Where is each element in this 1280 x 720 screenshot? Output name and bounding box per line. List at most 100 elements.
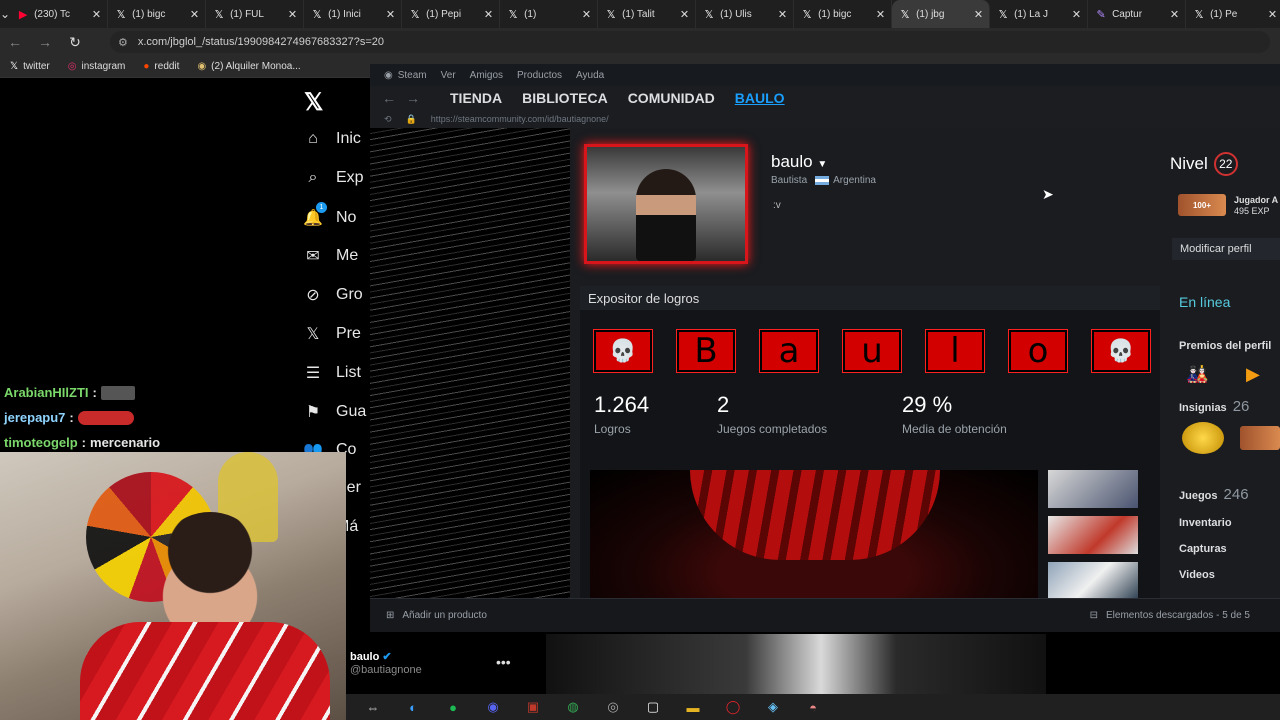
x-nav-item[interactable]: 𝕏 Pre	[302, 324, 361, 344]
close-icon[interactable]: ✕	[778, 8, 787, 21]
steam-url-text: https://steamcommunity.com/id/bautiagnon…	[430, 114, 609, 124]
add-product-button[interactable]: Añadir un producto	[402, 610, 487, 621]
taskbar-app-icon[interactable]: ◍	[564, 698, 582, 716]
taskbar-app-icon[interactable]: ▣	[524, 698, 542, 716]
taskbar-app-icon[interactable]: ◓	[804, 698, 822, 716]
steam-menu-item[interactable]: Amigos	[470, 70, 503, 81]
browser-tab[interactable]: 𝕏 (1) Inici ✕	[304, 0, 403, 28]
letter-achievement-icon[interactable]: a	[759, 329, 819, 373]
taskbar-app-icon[interactable]: ◎	[604, 698, 622, 716]
games-link[interactable]: Juegos 246	[1179, 486, 1249, 503]
browser-tab[interactable]: 𝕏 (1) Ulis ✕	[696, 0, 795, 28]
tweet-author[interactable]: baulo ✔	[350, 650, 392, 663]
artwork-thumb-3[interactable]	[1048, 562, 1138, 600]
chat-username[interactable]: ArabianHIlZTI	[4, 385, 89, 400]
browser-tab[interactable]: 𝕏 (1) bigc ✕	[794, 0, 893, 28]
steam-menu-item[interactable]: Ver	[441, 70, 456, 81]
x-nav-item[interactable]: ⌕ Exp	[302, 169, 364, 187]
close-icon[interactable]: ✕	[680, 8, 689, 21]
browser-tab[interactable]: 𝕏 (1) Pepi ✕	[402, 0, 501, 28]
x-logo-icon[interactable]: 𝕏	[304, 88, 323, 117]
taskbar-app-icon[interactable]: ◉	[484, 698, 502, 716]
steam-nav-item[interactable]: COMUNIDAD	[628, 90, 715, 106]
browser-tab[interactable]: 𝕏 (1) FUL ✕	[206, 0, 305, 28]
tweet-preview: baulo ✔ @bautiagnone •••	[346, 634, 1046, 694]
artwork-thumb-2[interactable]	[1048, 516, 1138, 554]
tab-search-button[interactable]: ⌄	[0, 0, 10, 28]
close-icon[interactable]: ✕	[386, 8, 395, 21]
x-nav-item[interactable]: ✉ Me	[302, 246, 358, 266]
bookmark-item[interactable]: ◉ (2) Alquiler Monoa...	[197, 61, 300, 72]
close-icon[interactable]: ✕	[1170, 8, 1179, 21]
skull-achievement-icon[interactable]: 💀	[593, 329, 653, 373]
artwork-thumb-1[interactable]	[1048, 470, 1138, 508]
close-icon[interactable]: ✕	[1072, 8, 1081, 21]
chat-username[interactable]: jerepapu7	[4, 410, 65, 425]
url-field[interactable]: ⚙ x.com/jbglol_/status/19909842749676833…	[110, 31, 1270, 53]
profile-name-dropdown[interactable]: baulo ▼	[771, 152, 827, 172]
steam-nav-item[interactable]: BAULO	[735, 90, 785, 106]
steam-menu-item[interactable]: Ayuda	[576, 70, 604, 81]
close-icon[interactable]: ✕	[484, 8, 493, 21]
videos-link[interactable]: Videos	[1179, 569, 1215, 581]
close-icon[interactable]: ✕	[1268, 8, 1277, 21]
steam-menu-item[interactable]: ◉ Steam	[384, 70, 427, 81]
steam-menu-item[interactable]: Productos	[517, 70, 562, 81]
edit-profile-button[interactable]: Modificar perfil	[1172, 238, 1280, 260]
downloads-status[interactable]: ⊟ Elementos descargados - 5 de 5	[1090, 610, 1250, 621]
artwork-showcase[interactable]	[590, 470, 1038, 598]
profile-awards-label[interactable]: Premios del perfil	[1179, 340, 1271, 352]
browser-tab[interactable]: 𝕏 (1) La J ✕	[990, 0, 1089, 28]
badges-link[interactable]: Insignias 26	[1179, 398, 1249, 415]
skull-achievement-icon[interactable]: 💀	[1091, 329, 1151, 373]
profile-avatar[interactable]	[584, 144, 748, 264]
reload-icon[interactable]: ↻	[60, 34, 90, 51]
browser-tab[interactable]: ✎ Captur ✕	[1088, 0, 1187, 28]
x-nav-item[interactable]: 🔔 1 No	[302, 201, 356, 228]
taskbar-app-icon[interactable]: ▢	[644, 698, 662, 716]
x-nav-item[interactable]: ⌂ Inic	[302, 130, 361, 148]
letter-achievement-icon[interactable]: u	[842, 329, 902, 373]
close-icon[interactable]: ✕	[92, 8, 101, 21]
close-icon[interactable]: ✕	[582, 8, 591, 21]
taskbar-app-icon[interactable]: ◈	[764, 698, 782, 716]
tweet-video[interactable]	[546, 634, 1046, 694]
taskbar-app-icon[interactable]: ◯	[724, 698, 742, 716]
bookmark-item[interactable]: ◎ instagram	[68, 61, 126, 72]
x-nav-item[interactable]: ⊘ Gro	[302, 285, 362, 305]
browser-tab[interactable]: 𝕏 (1) bigc ✕	[108, 0, 207, 28]
letter-achievement-icon[interactable]: B	[676, 329, 736, 373]
steam-refresh-icon[interactable]: ⟲	[384, 114, 392, 125]
steam-nav-item[interactable]: TIENDA	[450, 90, 502, 106]
taskbar-app-icon[interactable]: ◐	[404, 698, 422, 716]
bookmark-item[interactable]: ● reddit	[143, 61, 179, 72]
taskbar-app-icon[interactable]: ▬	[684, 698, 702, 716]
browser-tab[interactable]: 𝕏 (1) Talit ✕	[598, 0, 697, 28]
taskbar-app-icon[interactable]: ●	[444, 698, 462, 716]
close-icon[interactable]: ✕	[288, 8, 297, 21]
inventory-link[interactable]: Inventario	[1179, 517, 1232, 529]
site-info-icon[interactable]: ⚙	[118, 36, 128, 49]
back-icon[interactable]: ←	[0, 34, 30, 50]
taskbar-app-icon[interactable]: ⇔	[364, 698, 382, 716]
screenshots-link[interactable]: Capturas	[1179, 543, 1227, 555]
letter-achievement-icon[interactable]: o	[1008, 329, 1068, 373]
tab-title: (1) FUL	[230, 8, 264, 20]
close-icon[interactable]: ✕	[190, 8, 199, 21]
steam-back-forward-icon[interactable]: ←→	[382, 90, 430, 106]
featured-badge[interactable]: 100+ Jugador A 495 EXP	[1178, 194, 1278, 216]
browser-tab[interactable]: 𝕏 (1) jbg ✕	[892, 0, 991, 28]
x-nav-item[interactable]: ☰ List	[302, 363, 361, 383]
more-options-icon[interactable]: •••	[496, 654, 511, 670]
close-icon[interactable]: ✕	[876, 8, 885, 21]
close-icon[interactable]: ✕	[974, 8, 983, 21]
bookmark-item[interactable]: 𝕏twitter	[10, 61, 50, 72]
browser-tab[interactable]: 𝕏 (1) ✕	[500, 0, 599, 28]
browser-tab[interactable]: ▶ (230) Tc ✕	[10, 0, 109, 28]
chat-username[interactable]: timoteogelp	[4, 435, 78, 450]
forward-icon[interactable]: →	[30, 34, 60, 50]
steam-nav-item[interactable]: BIBLIOTECA	[522, 90, 608, 106]
x-nav-item[interactable]: ⚑ Gua	[302, 402, 366, 422]
browser-tab[interactable]: 𝕏 (1) Pe ✕	[1186, 0, 1280, 28]
letter-achievement-icon[interactable]: l	[925, 329, 985, 373]
